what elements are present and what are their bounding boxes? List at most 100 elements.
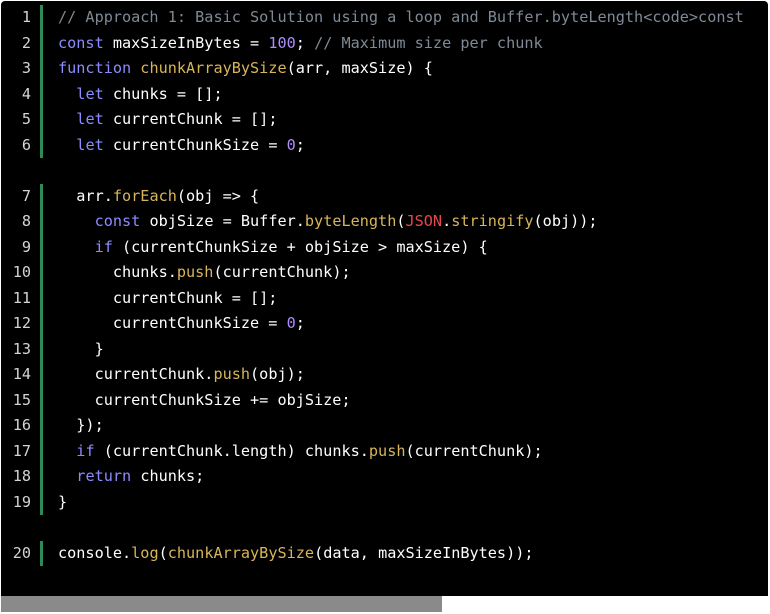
code-text: currentChunk = []; — [58, 286, 278, 312]
code-token: currentChunk. — [58, 365, 214, 383]
line-number: 10 — [12, 263, 31, 281]
code-token: (currentChunk); — [405, 441, 543, 460]
code-text: console.log(chunkArrayBySize(data, maxSi… — [58, 541, 534, 567]
code-token: return — [76, 467, 141, 485]
code-line: 1 // Approach 1: Basic Solution using a l… — [1, 5, 768, 31]
code-token: log — [131, 543, 159, 562]
code-token: JSON — [405, 212, 443, 230]
code-text: arr.forEach(obj => { — [58, 184, 259, 210]
code-text: return chunks; — [58, 464, 204, 490]
blank-gap — [1, 158, 768, 184]
line-number: 19 — [12, 492, 31, 511]
line-marker — [40, 438, 43, 464]
line-number: 4 — [21, 84, 31, 103]
scrollbar-thumb[interactable] — [1, 596, 442, 612]
code-token: currentChunk = []; — [58, 288, 278, 307]
code-token: currentChunk = []; — [112, 110, 278, 128]
horizontal-scrollbar[interactable] — [1, 596, 768, 612]
code-text: chunks.push(currentChunk); — [58, 260, 351, 286]
code-token: chunkArrayBySize — [167, 543, 315, 562]
line-marker — [40, 5, 43, 31]
code-line: 10 chunks.push(currentChunk); — [1, 260, 768, 286]
code-line: 15 currentChunkSize += objSize; — [1, 387, 768, 414]
code-token: (data, maxSizeInBytes)); — [314, 543, 534, 562]
line-marker — [40, 336, 43, 362]
code-token: if — [94, 237, 123, 256]
code-token: (currentChunk); — [213, 263, 351, 281]
code-block: 1 // Approach 1: Basic Solution using a l… — [1, 1, 768, 612]
code-token: (arr, maxSize) { — [286, 59, 433, 77]
code-token: } — [58, 339, 104, 358]
line-number: 16 — [12, 416, 31, 434]
code-text: currentChunkSize = 0; — [58, 311, 305, 337]
line-number: 6 — [21, 135, 31, 154]
blank-gap — [1, 515, 768, 541]
code-token: currentChunkSize = — [112, 135, 287, 154]
code-token: push — [176, 263, 214, 281]
line-number: 7 — [21, 186, 31, 205]
code-token: chunks. — [58, 263, 177, 281]
code-token: let — [76, 84, 113, 103]
code-token: objSize = Buffer. — [149, 212, 305, 230]
line-number: 17 — [12, 441, 31, 460]
code-token: const — [58, 33, 113, 52]
code-token: }); — [58, 416, 104, 434]
code-token: 0 — [286, 314, 296, 332]
line-marker — [40, 489, 43, 515]
code-text: currentChunkSize += objSize; — [58, 388, 351, 414]
code-token: stringify — [451, 212, 534, 230]
code-text: currentChunk.push(obj); — [58, 362, 305, 388]
code-text: }); — [58, 413, 104, 439]
code-line: 18 return chunks; — [1, 464, 768, 490]
line-number: 9 — [21, 237, 31, 256]
code-token: if — [76, 441, 104, 460]
code-text: let currentChunk = []; — [58, 107, 277, 133]
line-number: 14 — [12, 365, 31, 383]
code-line: 14 currentChunk.push(obj); — [1, 362, 768, 388]
code-text: } — [58, 337, 104, 363]
code-token: (obj)); — [533, 212, 598, 230]
code-token: 100 — [268, 33, 296, 52]
code-token: } — [58, 492, 68, 511]
code-token: push — [213, 365, 251, 383]
code-token: (currentChunk.length) chunks. — [103, 441, 369, 460]
code-line: 20 console.log(chunkArrayBySize(data, max… — [1, 540, 768, 567]
code-line: 4 let chunks = []; — [1, 81, 768, 107]
code-token: ( — [396, 212, 406, 230]
code-text: if (currentChunkSize + objSize > maxSize… — [58, 235, 488, 261]
line-marker — [40, 260, 43, 286]
code-token: . — [442, 212, 452, 230]
code-token: forEach — [112, 186, 177, 205]
code-token: chunks; — [140, 467, 205, 485]
code-line: 16 }); — [1, 413, 768, 439]
code-token: // Approach 1: Basic Solution using a lo… — [58, 8, 753, 26]
line-marker — [40, 183, 43, 209]
code-line: 17 if (currentChunk.length) chunks.push(… — [1, 438, 768, 464]
code-token: (obj => { — [176, 186, 260, 205]
line-number: 12 — [12, 314, 31, 332]
code-token: arr. — [58, 186, 113, 205]
line-number: 2 — [21, 33, 31, 52]
code-token: ; — [295, 135, 305, 154]
code-text: const objSize = Buffer.byteLength(JSON.s… — [58, 209, 598, 235]
code-lines: 1 // Approach 1: Basic Solution using a l… — [1, 5, 768, 566]
line-number: 20 — [12, 543, 31, 562]
code-token: currentChunkSize += objSize; — [58, 390, 351, 409]
line-marker — [40, 413, 43, 439]
code-line: 11 currentChunk = []; — [1, 285, 768, 312]
code-line: 7 arr.forEach(obj => { — [1, 183, 768, 210]
code-token: ( — [158, 543, 168, 562]
code-token: ; — [295, 33, 315, 52]
code-line: 8 const objSize = Buffer.byteLength(JSON… — [1, 209, 768, 235]
code-token: let — [76, 110, 113, 128]
line-number: 15 — [12, 390, 31, 409]
code-token: (obj); — [250, 365, 305, 383]
line-marker — [40, 362, 43, 388]
line-marker — [40, 209, 43, 235]
